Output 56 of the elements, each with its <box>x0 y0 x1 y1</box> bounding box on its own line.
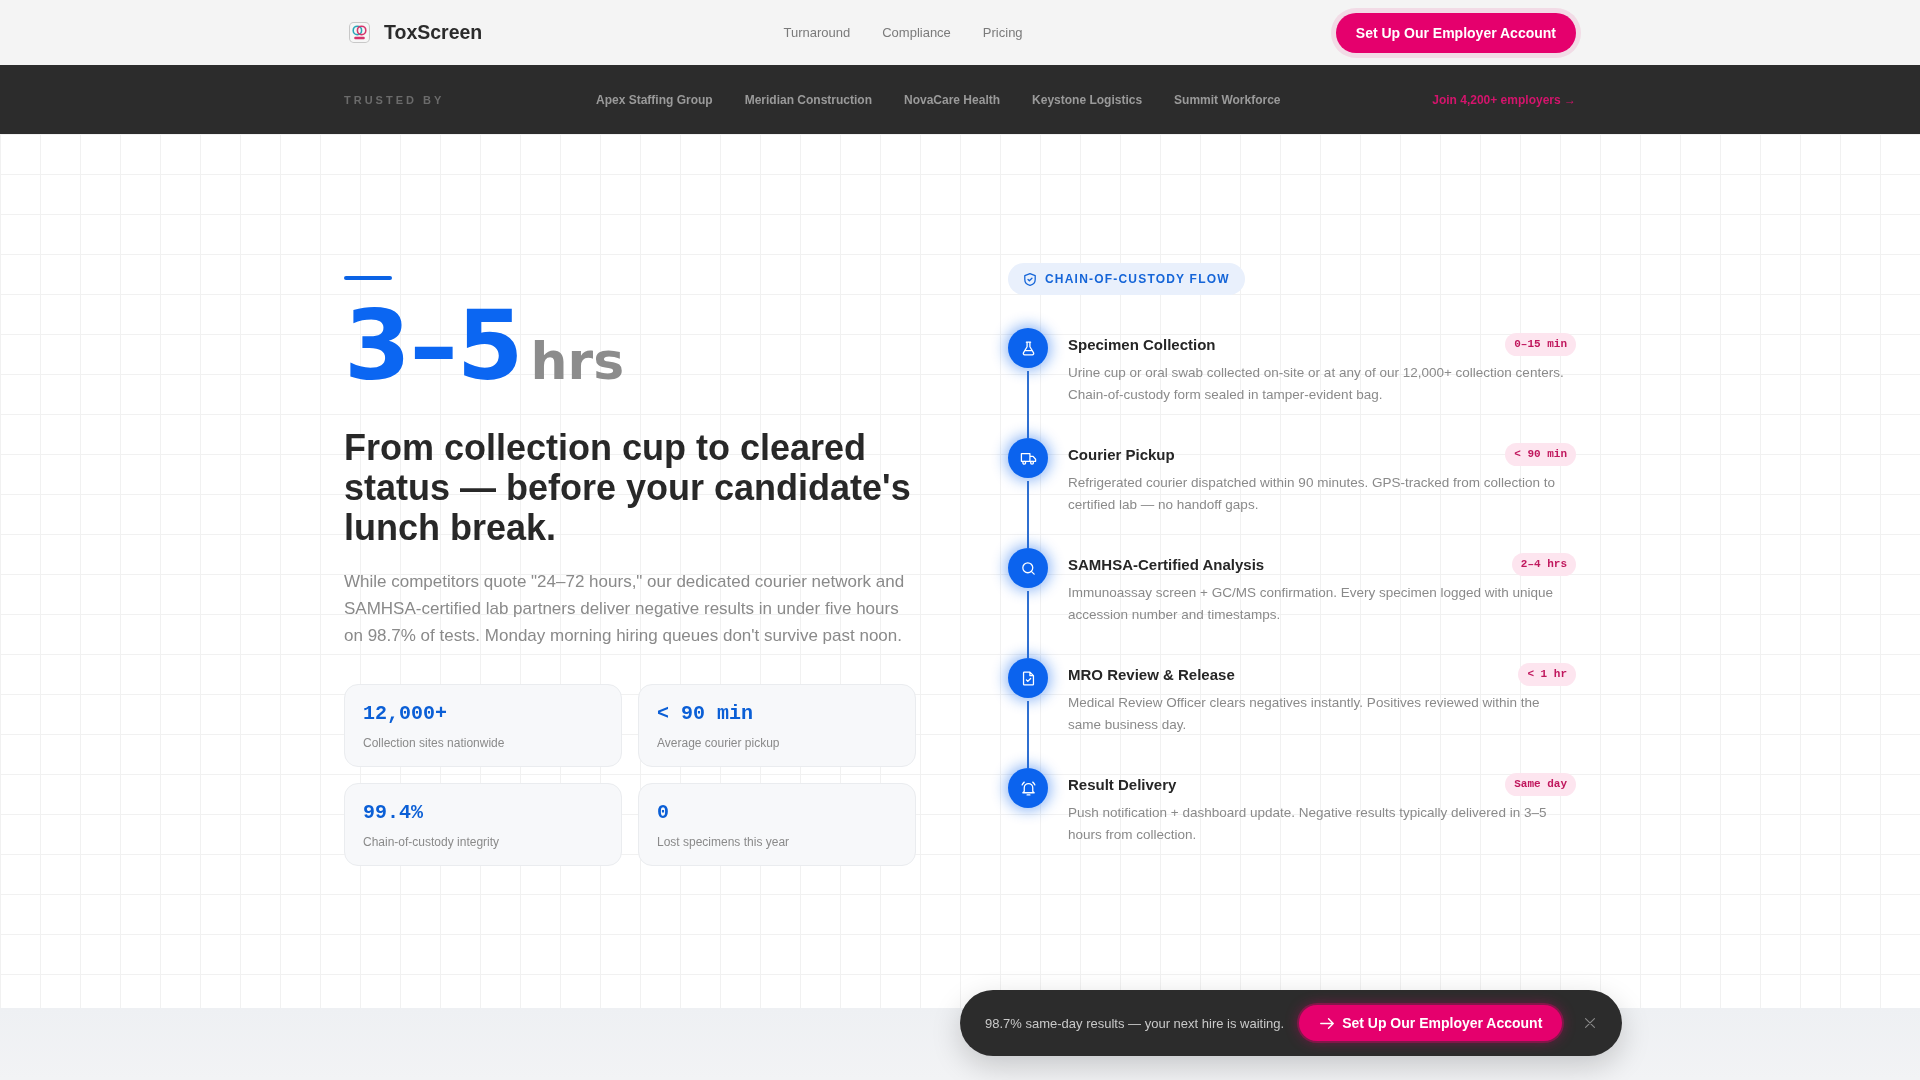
document-check-icon <box>1008 658 1048 698</box>
step-title: Courier Pickup <box>1068 446 1175 463</box>
banner-cta-button[interactable]: Set Up Our Employer Account <box>1299 1005 1563 1041</box>
intro-paragraph: While competitors quote "24–72 hours," our dedicated courier network and SAMHSA-certified lab partners deliver negative results in under five hours on 98.7% of tests. Monday morning hiring queues don't survive past noon. <box>344 570 906 647</box>
stat-value: 12,000+ <box>363 701 447 726</box>
stat-value: < 90 min <box>657 701 753 726</box>
trusted-label: TRUSTED BY <box>344 93 445 106</box>
banner-message: 98.7% same-day results — your next hire is waiting. <box>985 1015 1285 1031</box>
accent-bar <box>344 275 392 280</box>
connector-line <box>1027 481 1029 548</box>
step-title: SAMHSA-Certified Analysis <box>1068 556 1265 573</box>
stat-value: 99.4% <box>363 800 423 825</box>
duration-tag: Same day <box>1505 773 1576 796</box>
shield-check-icon <box>1024 272 1036 286</box>
step-description: Medical Review Officer clears negatives instantly. Positives reviewed within the same business day. <box>1068 694 1541 734</box>
join-link[interactable]: Join 4,200+ employers → <box>1432 92 1576 107</box>
nav-link[interactable]: Pricing <box>982 25 1023 40</box>
step-title: Result Delivery <box>1068 776 1177 793</box>
stat-value: 0 <box>657 800 669 825</box>
truck-icon <box>1008 438 1048 478</box>
stat-label: Collection sites nationwide <box>363 734 505 751</box>
search-icon <box>1008 548 1048 588</box>
figure-unit: hrs <box>530 334 625 387</box>
step-description: Urine cup or oral swab collected on-site or at any of our 12,000+ collection centers. Chain-of-custody form sealed in tamper-evident bag. <box>1068 364 1565 404</box>
stat-label: Chain-of-custody integrity <box>363 833 500 850</box>
stat-label: Average courier pickup <box>657 734 780 751</box>
brand-name: ToxScreen <box>384 21 483 44</box>
duration-tag: 0–15 min <box>1505 333 1576 356</box>
duration-tag: 2–4 hrs <box>1511 553 1576 576</box>
cta-button[interactable]: Set Up Our Employer Account <box>1335 12 1576 53</box>
close-icon <box>1585 1018 1596 1028</box>
company-name: Meridian Construction <box>744 92 872 107</box>
headline: From collection cup to cleared status — before your candidate's lunch break. <box>344 427 912 548</box>
stat-label: Lost specimens this year <box>657 833 790 850</box>
step-description: Refrigerated courier dispatched within 90 minutes. GPS-tracked from collection to certified lab — no handoff gaps. <box>1068 474 1556 514</box>
company-name: Keystone Logistics <box>1032 92 1143 107</box>
step-description: Push notification + dashboard update. Negative results typically delivered in 3–5 hours from collection. <box>1068 804 1548 844</box>
nav-link[interactable]: Compliance <box>882 25 951 40</box>
duration-tag: < 90 min <box>1505 443 1576 466</box>
bell-icon <box>1008 768 1048 808</box>
flask-icon <box>1008 328 1048 368</box>
step-title: MRO Review & Release <box>1068 666 1235 683</box>
step-description: Immunoassay screen + GC/MS confirmation. Every specimen logged with unique accession number and timestamps. <box>1068 584 1555 624</box>
duration-tag: < 1 hr <box>1518 663 1576 686</box>
turnaround-figure: 3–5 <box>344 297 523 394</box>
company-name: Apex Staffing Group <box>596 92 713 107</box>
badge-label: CHAIN-OF-CUSTODY FLOW <box>1045 272 1230 286</box>
arrow-icon <box>1320 1017 1335 1029</box>
step-title: Specimen Collection <box>1068 336 1216 353</box>
connector-line <box>1027 701 1029 768</box>
company-name: NovaCare Health <box>904 92 1001 107</box>
connector-line <box>1027 371 1029 438</box>
logo-icon <box>349 22 370 43</box>
connector-line <box>1027 591 1029 658</box>
company-name: Summit Workforce <box>1174 92 1281 107</box>
nav-link[interactable]: Turnaround <box>783 25 851 40</box>
